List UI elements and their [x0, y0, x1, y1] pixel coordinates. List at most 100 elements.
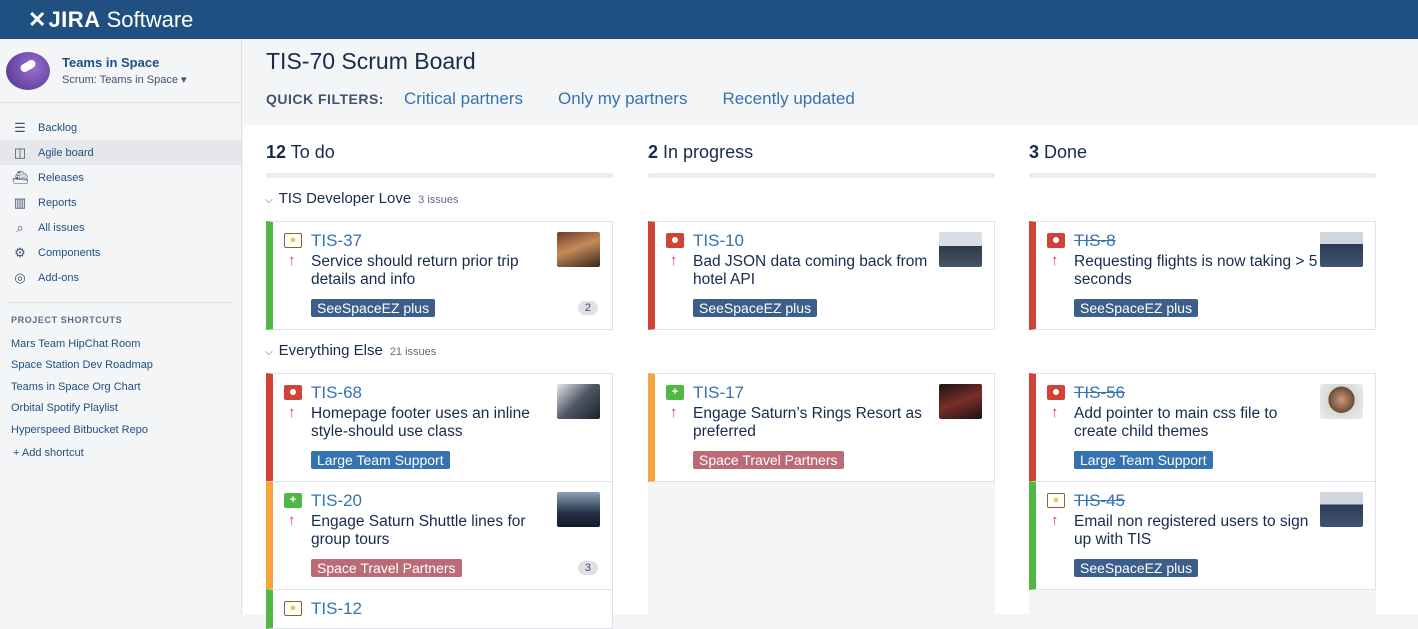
issue-key[interactable]: TIS-8	[1074, 231, 1116, 251]
story-icon: +	[284, 493, 302, 508]
epic-label[interactable]: Large Team Support	[1074, 451, 1213, 469]
column-rule	[648, 173, 995, 178]
column-dropzone-in-progress[interactable]	[648, 482, 995, 614]
issue-card[interactable]: TIS-68 ↑ Homepage footer uses an inline …	[266, 373, 613, 482]
issue-summary: Bad JSON data coming back from hotel API	[693, 253, 928, 288]
sidebar-item-label: Add-ons	[38, 271, 79, 284]
issues-icon: ⌕	[16, 219, 24, 235]
issue-summary: Service should return prior trip details…	[311, 253, 519, 288]
assignee-avatar[interactable]	[557, 232, 600, 267]
board-header: TIS-70 Scrum Board QUICK FILTERS: Critic…	[243, 39, 1418, 125]
board-icon: ◫	[13, 144, 27, 160]
issue-key[interactable]: TIS-17	[693, 383, 744, 403]
assignee-avatar[interactable]	[939, 384, 982, 419]
story-points-badge: 2	[577, 301, 598, 315]
column-dropzone-done[interactable]	[1029, 590, 1376, 614]
swimlane-name: TIS Developer Love	[278, 190, 412, 207]
swimlane-header[interactable]: ⌵ Everything Else 21 issues	[265, 342, 436, 359]
quick-filter-recently-updated[interactable]: Recently updated	[722, 89, 854, 109]
issue-summary: Engage Saturn’s Rings Resort as preferre…	[693, 405, 922, 440]
column-header-done: 3 Done	[1029, 142, 1087, 163]
project-sidebar: Teams in Space Scrum: Teams in Space ▾ ☰…	[0, 39, 242, 614]
assignee-avatar[interactable]	[1320, 384, 1363, 419]
issue-card[interactable]: TIS-10 ↑ Bad JSON data coming back from …	[648, 221, 995, 330]
column-count: 2	[648, 142, 659, 162]
top-navigation-bar: ✕ JIRA Software	[0, 0, 1418, 39]
jira-logo-icon: ✕	[28, 6, 47, 32]
board-main: TIS-70 Scrum Board QUICK FILTERS: Critic…	[243, 39, 1418, 629]
sidebar-item-releases[interactable]: ⛴ Releases	[0, 165, 241, 190]
sidebar-item-all-issues[interactable]: ⌕ All issues	[0, 215, 241, 240]
column-count: 3	[1029, 142, 1040, 162]
issue-key[interactable]: TIS-37	[311, 231, 362, 251]
sidebar-item-label: Backlog	[38, 121, 78, 134]
issue-card[interactable]: ● TIS-37 ↑ Service should return prior t…	[266, 221, 613, 330]
column-header-in-progress: 2 In progress	[648, 142, 753, 163]
shortcut-link[interactable]: Teams in Space Org Chart	[0, 376, 241, 398]
bug-icon	[1047, 233, 1065, 248]
sidebar-item-add-ons[interactable]: ◎ Add-ons	[0, 265, 241, 290]
sidebar-item-label: Reports	[38, 196, 77, 209]
bug-icon	[284, 385, 302, 400]
issue-key[interactable]: TIS-10	[693, 231, 744, 251]
project-avatar	[6, 51, 50, 90]
epic-label[interactable]: SeeSpaceEZ plus	[311, 299, 436, 317]
priority-high-icon: ↑	[1051, 512, 1059, 529]
sidebar-item-label: Agile board	[38, 146, 94, 159]
bug-icon	[666, 233, 684, 248]
issue-key[interactable]: TIS-56	[1074, 383, 1125, 403]
issue-card[interactable]: TIS-56 ↑ Add pointer to main css file to…	[1029, 373, 1376, 482]
issue-key[interactable]: TIS-45	[1074, 491, 1125, 511]
shortcut-link[interactable]: Space Station Dev Roadmap	[0, 355, 241, 377]
project-header[interactable]: Teams in Space Scrum: Teams in Space ▾	[0, 39, 241, 103]
issue-key[interactable]: TIS-68	[311, 383, 362, 403]
project-name[interactable]: Teams in Space	[62, 55, 187, 70]
issue-card[interactable]: ● TIS-45 ↑ Email non registered users to…	[1029, 481, 1376, 590]
improvement-icon: ●	[284, 233, 302, 248]
swimlane-header[interactable]: ⌵ TIS Developer Love 3 issues	[265, 190, 459, 207]
quick-filter-only-my-partners[interactable]: Only my partners	[558, 89, 687, 109]
sidebar-item-reports[interactable]: ▥ Reports	[0, 190, 241, 215]
backlog-icon: ☰	[14, 119, 26, 135]
assignee-avatar[interactable]	[1320, 492, 1363, 527]
assignee-avatar[interactable]	[939, 232, 982, 267]
jira-product-name: Software	[106, 6, 194, 32]
sidebar-item-components[interactable]: ⚙ Components	[0, 240, 241, 265]
issue-card[interactable]: + TIS-17 ↑ Engage Saturn’s Rings Resort …	[648, 373, 995, 482]
chevron-down-icon[interactable]: ⌵	[265, 347, 273, 358]
priority-high-icon: ↑	[288, 512, 296, 529]
improvement-icon: ●	[1047, 493, 1065, 508]
jira-logo[interactable]: ✕ JIRA Software	[28, 7, 193, 33]
epic-label[interactable]: Space Travel Partners	[693, 451, 844, 469]
shortcut-link[interactable]: Orbital Spotify Playlist	[0, 398, 241, 420]
board-selector[interactable]: Scrum: Teams in Space ▾	[62, 73, 187, 86]
add-shortcut-link[interactable]: + Add shortcut	[0, 441, 241, 459]
epic-label[interactable]: SeeSpaceEZ plus	[1074, 559, 1199, 577]
issue-key[interactable]: TIS-20	[311, 491, 362, 511]
addons-icon: ◎	[14, 269, 26, 285]
assignee-avatar[interactable]	[1320, 232, 1363, 267]
page-title: TIS-70 Scrum Board	[266, 48, 476, 74]
sidebar-item-backlog[interactable]: ☰ Backlog	[0, 115, 241, 140]
assignee-avatar[interactable]	[557, 384, 600, 419]
shortcut-link[interactable]: Mars Team HipChat Room	[0, 333, 241, 355]
column-name: In progress	[663, 142, 754, 162]
issue-key[interactable]: TIS-12	[311, 599, 362, 619]
priority-high-icon: ↑	[288, 404, 296, 421]
epic-label[interactable]: SeeSpaceEZ plus	[1074, 299, 1199, 317]
epic-label[interactable]: Space Travel Partners	[311, 559, 462, 577]
priority-high-icon: ↑	[670, 404, 678, 421]
epic-label[interactable]: Large Team Support	[311, 451, 450, 469]
sidebar-item-agile-board[interactable]: ◫ Agile board	[0, 140, 241, 165]
issue-card[interactable]: + TIS-20 ↑ Engage Saturn Shuttle lines f…	[266, 481, 613, 590]
chevron-down-icon[interactable]: ⌵	[265, 195, 273, 206]
priority-high-icon: ↑	[670, 252, 678, 269]
assignee-avatar[interactable]	[557, 492, 600, 527]
issue-card[interactable]: ● TIS-12	[266, 589, 613, 629]
issue-card[interactable]: TIS-8 ↑ Requesting flights is now taking…	[1029, 221, 1376, 330]
swimlane-issue-count: 21 issues	[389, 346, 437, 358]
issue-summary: Email non registered users to sign up wi…	[1074, 513, 1309, 548]
epic-label[interactable]: SeeSpaceEZ plus	[693, 299, 818, 317]
shortcut-link[interactable]: Hyperspeed Bitbucket Repo	[0, 419, 241, 441]
quick-filter-critical-partners[interactable]: Critical partners	[404, 89, 523, 109]
